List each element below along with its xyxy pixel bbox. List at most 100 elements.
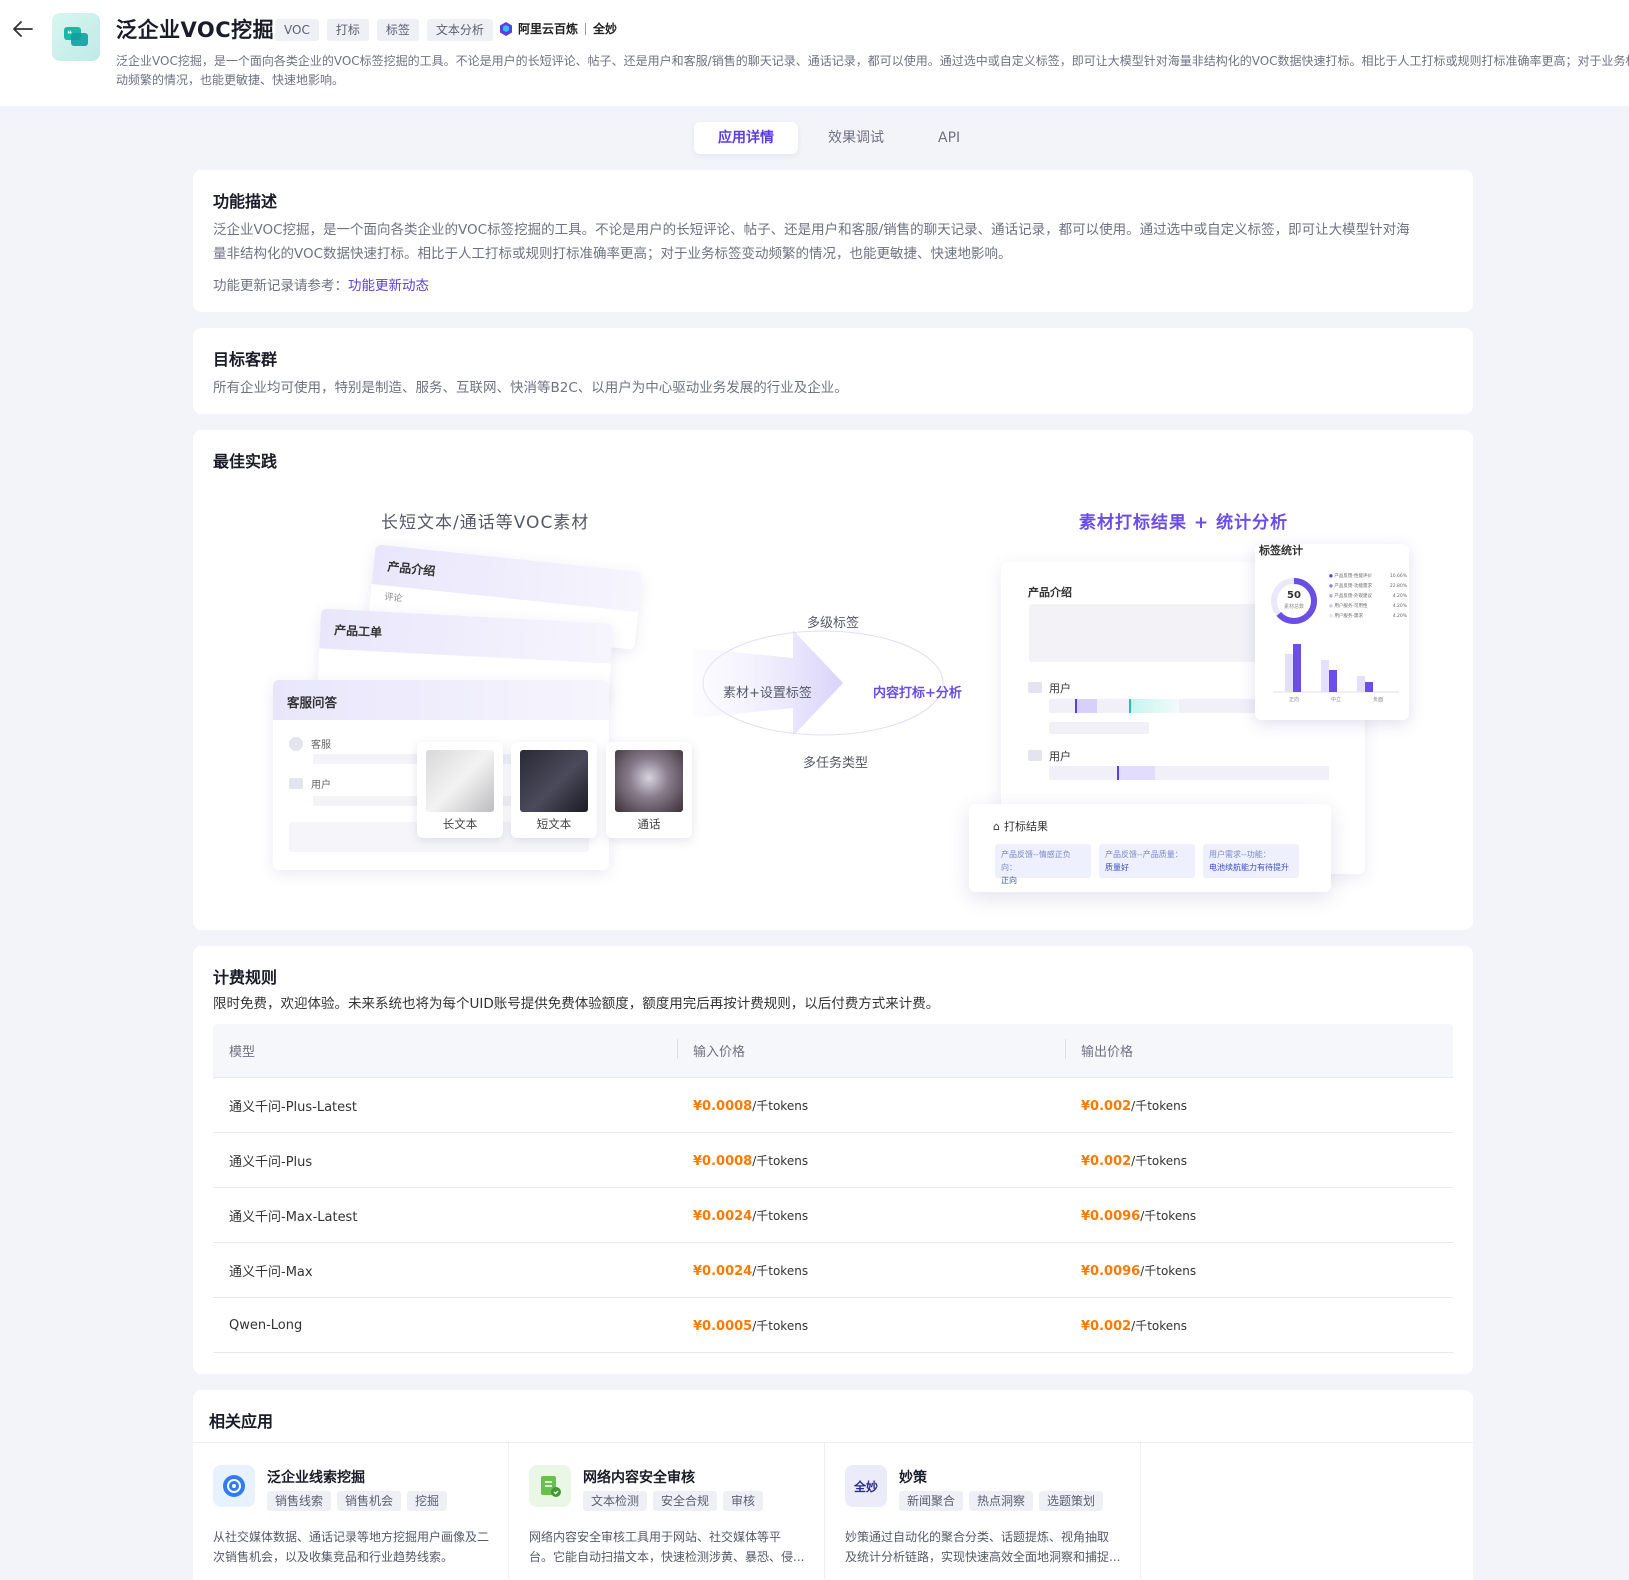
media-call: 通话 xyxy=(606,742,692,838)
bailian-logo-icon xyxy=(500,21,512,36)
column-header-model: 模型 xyxy=(229,1045,256,1060)
table-row: 通义千问-Max ¥0.0024/千tokens ¥0.0096/千tokens xyxy=(213,1243,1453,1298)
app-tags: VOC 打标 标签 文本分析 xyxy=(275,19,493,41)
result-bar-1-highlight xyxy=(1075,699,1097,713)
tab-app-details[interactable]: 应用详情 xyxy=(694,122,798,154)
related-apps-card: 相关应用 泛企业线索挖掘 销售线索 销售机会 挖掘 从社交媒体数据、通话记录等地… xyxy=(193,1390,1473,1580)
detail-tabs: 应用详情 效果调试 API xyxy=(694,122,984,154)
model-name: Qwen-Long xyxy=(229,1317,303,1333)
tag-tag: 标签 xyxy=(376,19,419,41)
result-bar-2 xyxy=(1049,722,1149,734)
related-app-tag: 文本检测 xyxy=(583,1491,648,1511)
flow-label-tagging: 内容打标+分析 xyxy=(873,686,962,701)
input-price: ¥0.0005/千tokens xyxy=(693,1318,809,1334)
donut-caption: 素材总数 xyxy=(1283,604,1304,610)
feature-text-line2: 量非结构化的VOC数据快速打标。相比于人工打标或规则打标准确率更高；对于业务标签… xyxy=(213,246,1012,262)
svg-text:❝: ❝ xyxy=(67,30,72,40)
related-app-desc: 从社交媒体数据、通话记录等地方挖掘用户画像及二 次销售机会，以及收集竞品和行业趋… xyxy=(213,1530,490,1564)
user-chat-icon xyxy=(1028,682,1042,693)
related-apps-list: 泛企业线索挖掘 销售线索 销售机会 挖掘 从社交媒体数据、通话记录等地方挖掘用户… xyxy=(193,1442,1473,1579)
app-title: 泛企业VOC挖掘 xyxy=(116,18,275,42)
tag-text-analysis: 文本分析 xyxy=(426,19,493,41)
related-app-tags: 新闻聚合 热点洞察 选题策划 xyxy=(899,1491,1104,1511)
table-row: 通义千问-Plus ¥0.0008/千tokens ¥0.002/千tokens xyxy=(213,1133,1453,1188)
related-app-name: 网络内容安全审核 xyxy=(583,1470,695,1486)
legend-item: ● 用户服务-可用性 4.20% xyxy=(1329,604,1407,609)
bar-label-positive: 正向 xyxy=(1288,697,1299,703)
feature-title: 功能描述 xyxy=(213,192,278,211)
tag-stats-title: 标签统计 xyxy=(1259,544,1303,557)
media-long-text-label: 长文本 xyxy=(442,817,478,831)
tab-api[interactable]: API xyxy=(914,122,984,154)
tagging-result-card: ⌂ 打标结果 产品反馈--情感正负向： 正向 产品反馈--产品质量： 质量好 用户需… xyxy=(969,804,1331,892)
media-long-text: 长文本 xyxy=(417,742,503,838)
media-short-text-label: 短文本 xyxy=(536,817,572,831)
related-app-tags: 文本检测 安全合规 审核 xyxy=(583,1491,764,1511)
related-app-tag: 审核 xyxy=(723,1491,764,1511)
media-short-text: 短文本 xyxy=(511,742,597,838)
tab-effect-debug[interactable]: 效果调试 xyxy=(804,122,908,154)
result-tag-sentiment: 产品反馈--情感正负向： 正向 xyxy=(995,844,1091,885)
diagram-right-title: 素材打标结果 + 统计分析 xyxy=(1079,513,1289,533)
model-name: 通义千问-Plus-Latest xyxy=(229,1099,358,1115)
feature-text: 泛企业VOC挖掘，是一个面向各类企业的VOC标签挖掘的工具。不论是用户的长短评论… xyxy=(213,218,1453,266)
pricing-table-header: 模型 输入价格 输出价格 xyxy=(213,1024,1453,1078)
chat-row-service-label: 客服 xyxy=(311,740,331,751)
best-practice-card: 最佳实践 长短文本/通话等VOC素材 素材打标结果 + 统计分析 产品介绍 评论… xyxy=(193,430,1473,930)
flow-label-material: 素材+设置标签 xyxy=(723,686,812,701)
feature-card: 功能描述 泛企业VOC挖掘，是一个面向各类企业的VOC标签挖掘的工具。不论是用户… xyxy=(193,170,1473,312)
related-app-tag: 挖掘 xyxy=(407,1491,448,1511)
related-app-content-audit[interactable]: 网络内容安全审核 文本检测 安全合规 审核 网络内容安全审核工具用于网站、社交媒… xyxy=(509,1443,825,1579)
output-price: ¥0.002/千tokens xyxy=(1081,1318,1188,1334)
user-chat-icon xyxy=(289,778,303,789)
result-content-placeholder xyxy=(1029,604,1269,662)
table-row: 通义千问-Max-Latest ¥0.0024/千tokens ¥0.0096/… xyxy=(213,1188,1453,1243)
brand-divider xyxy=(585,22,587,35)
result-bar-3-highlight xyxy=(1117,766,1155,780)
app-logo-icon: ❝ xyxy=(52,13,100,61)
related-app-tag: 销售机会 xyxy=(337,1491,402,1511)
model-name: 通义千问-Plus xyxy=(229,1154,313,1170)
related-app-miaoce[interactable]: 全妙 妙策 新闻聚合 热点洞察 选题策划 妙策通过自动化的聚合分类、话题提炼、视… xyxy=(825,1443,1141,1579)
related-app-desc: 网络内容安全审核工具用于网站、社交媒体等平 台。它能自动扫描文本，快速检测涉黄、… xyxy=(529,1530,805,1564)
feature-update: 功能更新记录请参考：功能更新动态 xyxy=(213,274,1453,298)
result-user-label-2: 用户 xyxy=(1049,750,1071,763)
related-apps-title: 相关应用 xyxy=(209,1412,274,1431)
related-app-name: 妙策 xyxy=(899,1470,927,1486)
audience-title: 目标客群 xyxy=(213,350,278,369)
result-user-label-1: 用户 xyxy=(1049,682,1071,695)
model-name: 通义千问-Max xyxy=(229,1264,313,1280)
app-header: ❝ 泛企业VOC挖掘 VOC 打标 标签 文本分析 阿里云百炼 全妙 泛企业VO… xyxy=(0,0,1629,106)
table-row: Qwen-Long ¥0.0005/千tokens ¥0.002/千tokens xyxy=(213,1298,1453,1353)
shield-doc-icon xyxy=(529,1465,571,1507)
back-arrow-icon[interactable] xyxy=(10,16,36,42)
output-price: ¥0.0096/千tokens xyxy=(1081,1263,1197,1279)
audience-card: 目标客群 所有企业均可使用，特别是制造、服务、互联网、快消等B2C、以用户为中心… xyxy=(193,328,1473,414)
result-bar-1-highlight-2 xyxy=(1129,699,1179,713)
doc-card-customer-qa-title: 客服问答 xyxy=(273,680,609,720)
related-app-tag: 新闻聚合 xyxy=(899,1491,964,1511)
result-section-title: 产品介绍 xyxy=(1028,586,1072,599)
related-app-tags: 销售线索 销售机会 挖掘 xyxy=(267,1491,448,1511)
flow-label-multi-task: 多任务类型 xyxy=(803,756,869,771)
related-app-tag: 选题策划 xyxy=(1039,1491,1104,1511)
chat-row-service: 客服 xyxy=(289,736,331,751)
bar-labels: 正向 中立 负面 xyxy=(1273,696,1399,703)
stats-legend: ● 产品反馈-性能评价 10.66% ● 产品反馈-功能需求 22.80% ● 产品… xyxy=(1329,572,1407,622)
diagram-left-title: 长短文本/通话等VOC素材 xyxy=(381,513,590,533)
feature-update-link[interactable]: 功能更新动态 xyxy=(348,278,429,294)
related-app-lead-mining[interactable]: 泛企业线索挖掘 销售线索 销售机会 挖掘 从社交媒体数据、通话记录等地方挖掘用户… xyxy=(193,1443,509,1579)
app-description: 泛企业VOC挖掘，是一个面向各类企业的VOC标签挖掘的工具。不论是用户的长短评论… xyxy=(116,52,1629,92)
flow-label-multi-level: 多级标签 xyxy=(807,616,860,631)
brand-partner: 全妙 xyxy=(593,22,618,36)
result-bar-3 xyxy=(1049,766,1329,780)
tag-icon: ⌂ xyxy=(993,819,1000,833)
output-price: ¥0.002/千tokens xyxy=(1081,1153,1188,1169)
output-price: ¥0.0096/千tokens xyxy=(1081,1208,1197,1224)
output-price: ¥0.002/千tokens xyxy=(1081,1098,1188,1114)
user-chat-icon xyxy=(1028,750,1042,761)
tagging-result-header: ⌂ 打标结果 xyxy=(993,818,1048,834)
related-app-empty-slot xyxy=(1141,1443,1457,1579)
bar-label-negative: 负面 xyxy=(1372,697,1383,703)
tag-stats-card: 标签统计 50 素材总数 ● 产品反馈-性能评价 10.66% ● 产品反馈-功能… xyxy=(1255,544,1409,720)
